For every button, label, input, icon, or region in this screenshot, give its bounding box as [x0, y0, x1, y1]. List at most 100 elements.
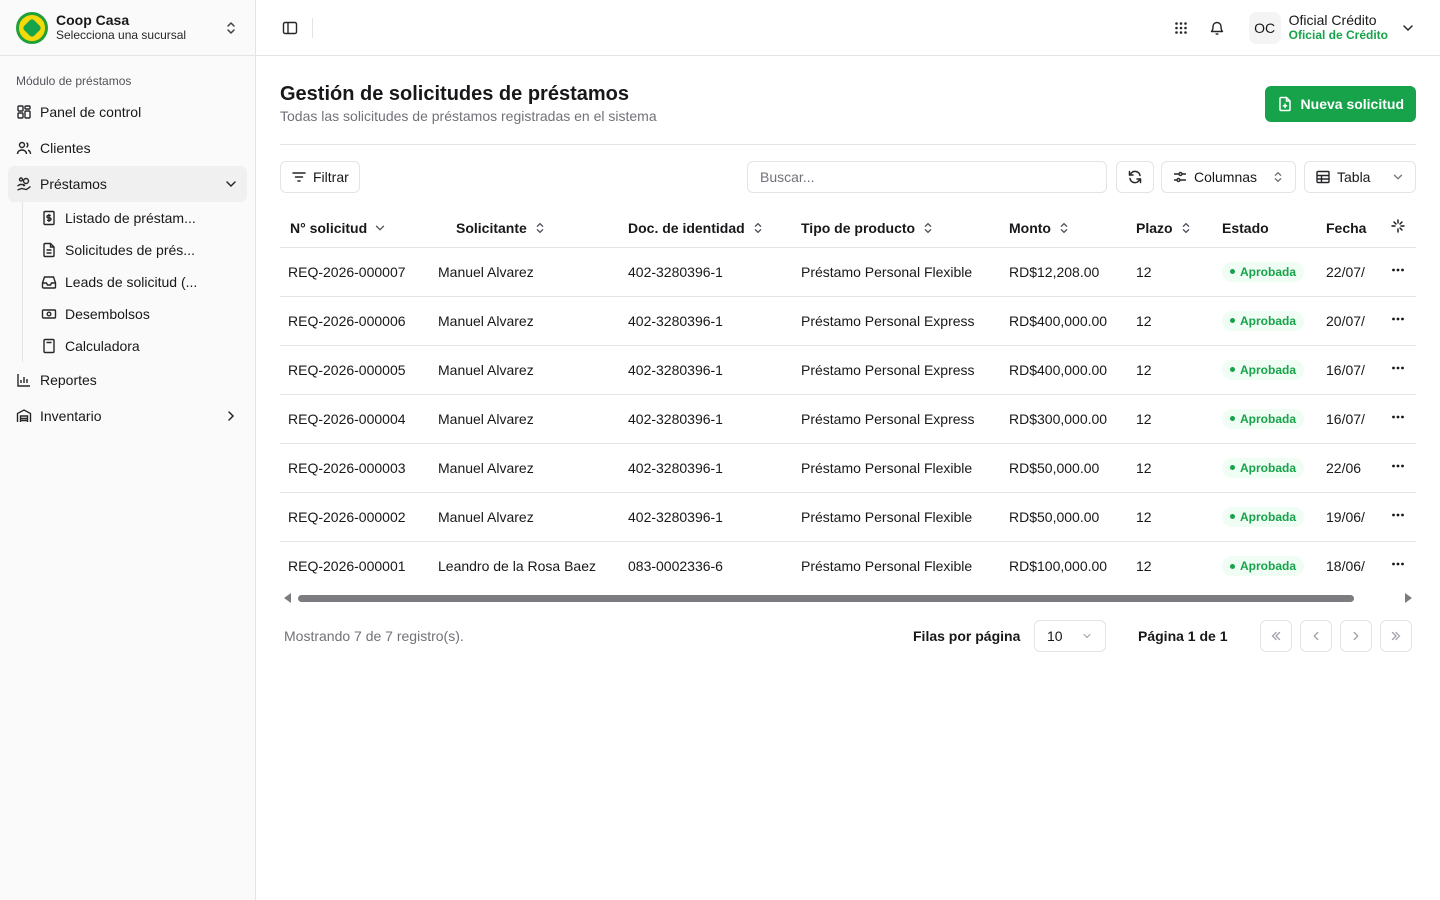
table-header-row: N° solicitud Solicitante Doc. de identid… — [280, 209, 1416, 247]
row-actions-button[interactable] — [1380, 393, 1416, 443]
search-input[interactable] — [747, 161, 1107, 193]
horizontal-scrollbar[interactable] — [280, 590, 1416, 606]
sort-icon — [924, 222, 932, 234]
sidebar-item-label: Inventario — [40, 408, 102, 424]
column-header-product[interactable]: Tipo de producto — [793, 209, 1000, 247]
submenu-item-leads[interactable]: Leads de solicitud (... — [33, 266, 247, 298]
sidebar-item-inventory[interactable]: Inventario — [8, 398, 247, 434]
new-request-button[interactable]: Nueva solicitud — [1264, 86, 1416, 122]
next-page-button[interactable] — [1340, 620, 1372, 652]
bar-chart-icon — [17, 374, 30, 387]
table-row[interactable]: REQ-2026-000003 Manuel Alvarez 402-3280396… — [280, 442, 1416, 492]
amount-cell: RD$400,000.00 — [1000, 344, 1126, 394]
chevrons-left-icon — [1271, 631, 1281, 641]
branch-switcher[interactable]: Coop Casa Selecciona una sucursal — [0, 0, 255, 56]
sidebar-item-label: Reportes — [40, 372, 97, 388]
notifications-button[interactable] — [1201, 12, 1233, 44]
applicant-cell: Manuel Alvarez — [432, 295, 620, 345]
loan-requests-table: N° solicitud Solicitante Doc. de identid… — [280, 209, 1416, 590]
file-text-icon — [43, 242, 55, 258]
sort-icon — [1060, 222, 1068, 234]
columns-label: Columnas — [1194, 169, 1258, 185]
id-cell: REQ-2026-000006 — [280, 295, 432, 345]
scroll-right-arrow[interactable] — [1405, 593, 1412, 603]
rows-per-page-select[interactable]: 10 — [1034, 620, 1106, 652]
more-horizontal-icon — [1392, 415, 1404, 419]
table-row[interactable]: REQ-2026-000001 Leandro de la Rosa Baez 08… — [280, 540, 1416, 590]
sidebar-item-dashboard[interactable]: Panel de control — [8, 94, 247, 130]
status-dot — [1230, 269, 1235, 275]
table-toolbar: Filtrar Columnas Tabla — [280, 145, 1416, 209]
column-header-status: Estado — [1222, 219, 1269, 236]
date-cell: 22/07/ — [1318, 246, 1380, 296]
section-label: Módulo de préstamos — [16, 74, 132, 88]
submenu-item-disbursements[interactable]: Desembolsos — [33, 298, 247, 330]
row-actions-button[interactable] — [1380, 344, 1416, 394]
sidebar-item-clients[interactable]: Clientes — [8, 130, 247, 166]
chevron-down-icon — [376, 225, 385, 231]
applicant-cell: Manuel Alvarez — [432, 393, 620, 443]
main-content: Gestión de solicitudes de préstamos Toda… — [280, 56, 1416, 666]
row-actions-button[interactable] — [1380, 540, 1416, 590]
page-subtitle: Todas las solicitudes de préstamos regis… — [280, 108, 657, 124]
column-header-date[interactable]: Fecha — [1318, 209, 1380, 247]
user-role: Oficial de Crédito — [1288, 27, 1388, 42]
filter-button[interactable]: Filtrar — [280, 161, 360, 193]
more-horizontal-icon — [1392, 464, 1404, 468]
refresh-button[interactable] — [1116, 161, 1154, 193]
id-cell: REQ-2026-000005 — [280, 344, 432, 394]
status-cell: Aprobada — [1214, 540, 1318, 590]
hand-coins-icon — [17, 177, 31, 191]
term-cell: 12 — [1126, 540, 1214, 590]
first-page-button[interactable] — [1260, 620, 1292, 652]
amount-cell: RD$400,000.00 — [1000, 295, 1126, 345]
more-horizontal-icon — [1392, 562, 1404, 566]
view-select[interactable]: Tabla — [1304, 161, 1416, 193]
sidebar-toggle-button[interactable] — [276, 14, 304, 42]
chevrons-up-down-icon — [1274, 171, 1282, 183]
new-request-label: Nueva solicitud — [1300, 96, 1404, 112]
submenu-item-label: Leads de solicitud (... — [65, 274, 198, 290]
submenu-item-loan-requests[interactable]: Solicitudes de prés... — [33, 234, 247, 266]
column-header-term[interactable]: Plazo — [1126, 209, 1214, 247]
submenu-item-calculator[interactable]: Calculadora — [33, 330, 247, 362]
column-header-amount[interactable]: Monto — [1000, 209, 1126, 247]
sidebar-item-loans[interactable]: Préstamos — [8, 166, 247, 202]
scrollbar-thumb[interactable] — [298, 595, 1354, 602]
doc-cell: 402-3280396-1 — [620, 491, 793, 541]
calculator-icon — [43, 338, 55, 354]
table-row[interactable]: REQ-2026-000005 Manuel Alvarez 402-3280396… — [280, 344, 1416, 394]
status-cell: Aprobada — [1214, 295, 1318, 345]
previous-page-button[interactable] — [1300, 620, 1332, 652]
applicant-cell: Manuel Alvarez — [432, 344, 620, 394]
row-actions-button[interactable] — [1380, 246, 1416, 296]
columns-button[interactable]: Columnas — [1161, 161, 1296, 193]
submenu-item-label: Solicitudes de prés... — [65, 242, 195, 258]
sidebar-item-reports[interactable]: Reportes — [8, 362, 247, 398]
column-settings-header[interactable] — [1380, 209, 1416, 247]
row-actions-button[interactable] — [1380, 442, 1416, 492]
column-header-id[interactable]: N° solicitud — [280, 209, 432, 247]
last-page-button[interactable] — [1380, 620, 1412, 652]
scroll-left-arrow[interactable] — [284, 593, 291, 603]
table-row[interactable]: REQ-2026-000004 Manuel Alvarez 402-3280396… — [280, 393, 1416, 443]
more-horizontal-icon — [1392, 268, 1404, 272]
amount-cell: RD$300,000.00 — [1000, 393, 1126, 443]
row-actions-button[interactable] — [1380, 491, 1416, 541]
view-label: Tabla — [1337, 169, 1371, 185]
sparkle-icon — [1391, 219, 1405, 233]
grid-dots-icon — [1174, 21, 1187, 34]
product-cell: Préstamo Personal Flexible — [793, 246, 1000, 296]
apps-button[interactable] — [1165, 12, 1197, 44]
table-row[interactable]: REQ-2026-000002 Manuel Alvarez 402-3280396… — [280, 491, 1416, 541]
user-menu[interactable]: OC Oficial Crédito Oficial de Crédito — [1248, 11, 1416, 44]
column-header-applicant[interactable]: Solicitante — [432, 209, 620, 247]
table-row[interactable]: REQ-2026-000006 Manuel Alvarez 402-3280396… — [280, 295, 1416, 345]
id-cell: REQ-2026-000003 — [280, 442, 432, 492]
column-header-document[interactable]: Doc. de identidad — [620, 209, 793, 247]
submenu-item-loan-list[interactable]: Listado de préstam... — [33, 202, 247, 234]
row-actions-button[interactable] — [1380, 295, 1416, 345]
table-row[interactable]: REQ-2026-000007 Manuel Alvarez 402-3280396… — [280, 246, 1416, 296]
grid-icon — [17, 105, 31, 119]
product-cell: Préstamo Personal Flexible — [793, 540, 1000, 590]
